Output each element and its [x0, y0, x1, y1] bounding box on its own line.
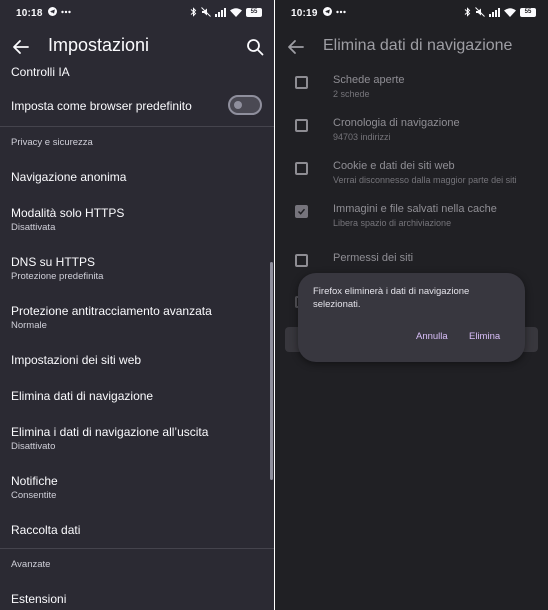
more-notifications-icon	[336, 10, 346, 13]
settings-item-label: Elimina dati di navigazione	[11, 389, 154, 403]
settings-item-sublabel: Disattivato	[11, 441, 56, 452]
battery-icon: 55	[520, 7, 536, 17]
settings-item-data-collection[interactable]: Raccolta dati	[0, 523, 274, 538]
settings-item-label: Elimina i dati di navigazione all’uscita	[11, 425, 209, 439]
more-notifications-icon	[61, 10, 71, 13]
settings-item-tracking-protection[interactable]: Protezione antitracciamento avanzata Nor…	[0, 304, 274, 332]
option-label: Immagini e file salvati nella cache	[333, 203, 497, 215]
settings-item-label: Notifiche	[11, 474, 58, 488]
settings-item-label: Modalità solo HTTPS	[11, 206, 125, 220]
settings-item-https-only[interactable]: Modalità solo HTTPS Disattivata	[0, 206, 274, 234]
settings-item-label: Navigazione anonima	[11, 170, 127, 184]
page-title: Elimina dati di navigazione	[323, 37, 513, 54]
settings-item-sublabel: Protezione predefinita	[11, 271, 104, 282]
toggle-knob	[234, 101, 242, 109]
delete-button[interactable]: Elimina	[469, 331, 500, 342]
option-sublabel: 94703 indirizzi	[333, 132, 391, 142]
settings-item-default-browser[interactable]: Imposta come browser predefinito	[0, 95, 274, 115]
section-header-privacy: Privacy e sicurezza	[11, 137, 93, 148]
checkbox[interactable]	[295, 162, 308, 175]
confirm-delete-dialog: Firefox eliminerà i dati di navigazione …	[298, 273, 525, 362]
settings-item-private-browsing[interactable]: Navigazione anonima	[0, 170, 274, 185]
checkbox[interactable]	[295, 76, 308, 89]
settings-item-label: Impostazioni dei siti web	[11, 353, 142, 367]
settings-item-notifications[interactable]: Notifiche Consentite	[0, 474, 274, 502]
wifi-icon	[504, 7, 516, 17]
settings-item-sublabel: Normale	[11, 320, 47, 331]
option-label: Schede aperte	[333, 74, 405, 86]
settings-screen: 10:18 55 Impostazioni Controlli IA Impos…	[0, 0, 274, 610]
divider	[0, 126, 274, 127]
settings-item-label: Estensioni	[11, 592, 67, 606]
settings-item-site-settings[interactable]: Impostazioni dei siti web	[0, 353, 274, 368]
status-time: 10:19	[291, 8, 318, 19]
settings-item-delete-browsing-data[interactable]: Elimina dati di navigazione	[0, 389, 274, 404]
telegram-icon	[48, 7, 57, 16]
settings-item-sublabel: Disattivata	[11, 222, 56, 233]
search-icon[interactable]	[244, 36, 266, 58]
signal-icon	[489, 7, 500, 17]
settings-item-ai-controls[interactable]: Controlli IA	[0, 65, 274, 80]
mute-icon	[201, 7, 211, 17]
wifi-icon	[230, 7, 242, 17]
cancel-button[interactable]: Annulla	[416, 331, 448, 342]
status-bar: 10:19 55	[275, 0, 548, 28]
section-header-advanced: Avanzate	[11, 559, 51, 570]
signal-icon	[215, 7, 226, 17]
settings-item-delete-on-quit[interactable]: Elimina i dati di navigazione all’uscita…	[0, 425, 274, 453]
mute-icon	[475, 7, 485, 17]
option-sublabel: Verrai disconnesso dalla maggior parte d…	[333, 175, 517, 185]
option-sublabel: 2 schede	[333, 89, 370, 99]
dialog-message: Firefox eliminerà i dati di navigazione …	[313, 286, 470, 310]
app-bar: Impostazioni	[0, 28, 274, 66]
checkbox[interactable]	[295, 254, 308, 267]
settings-item-label: Protezione antitracciamento avanzata	[11, 304, 212, 318]
battery-icon: 55	[246, 7, 262, 17]
delete-browsing-data-screen: 10:19 55 Elimina dati di navigazione Sch…	[275, 0, 548, 610]
status-time: 10:18	[16, 8, 43, 19]
back-arrow-icon[interactable]	[285, 36, 307, 58]
divider	[0, 548, 274, 549]
settings-item-label: Controlli IA	[11, 65, 70, 79]
option-label: Cookie e dati dei siti web	[333, 160, 455, 172]
telegram-icon	[323, 7, 332, 16]
scrollbar[interactable]	[270, 262, 273, 480]
bluetooth-icon	[190, 7, 197, 17]
checkmark-icon	[297, 208, 306, 215]
page-title: Impostazioni	[48, 35, 150, 55]
bluetooth-icon	[464, 7, 471, 17]
status-bar: 10:18 55	[0, 0, 274, 28]
option-label: Permessi dei siti	[333, 252, 414, 264]
settings-item-label: DNS su HTTPS	[11, 255, 96, 269]
settings-item-sublabel: Consentite	[11, 490, 57, 501]
settings-item-label: Raccolta dati	[11, 523, 81, 537]
option-sublabel: Libera spazio di archiviazione	[333, 218, 452, 228]
settings-item-extensions[interactable]: Estensioni	[0, 592, 274, 607]
option-label: Cronologia di navigazione	[333, 117, 460, 129]
settings-item-dns-over-https[interactable]: DNS su HTTPS Protezione predefinita	[0, 255, 274, 283]
back-arrow-icon[interactable]	[10, 36, 32, 58]
app-bar: Elimina dati di navigazione	[275, 28, 548, 66]
checkbox-checked[interactable]	[295, 205, 308, 218]
checkbox[interactable]	[295, 119, 308, 132]
default-browser-toggle[interactable]	[228, 95, 262, 115]
